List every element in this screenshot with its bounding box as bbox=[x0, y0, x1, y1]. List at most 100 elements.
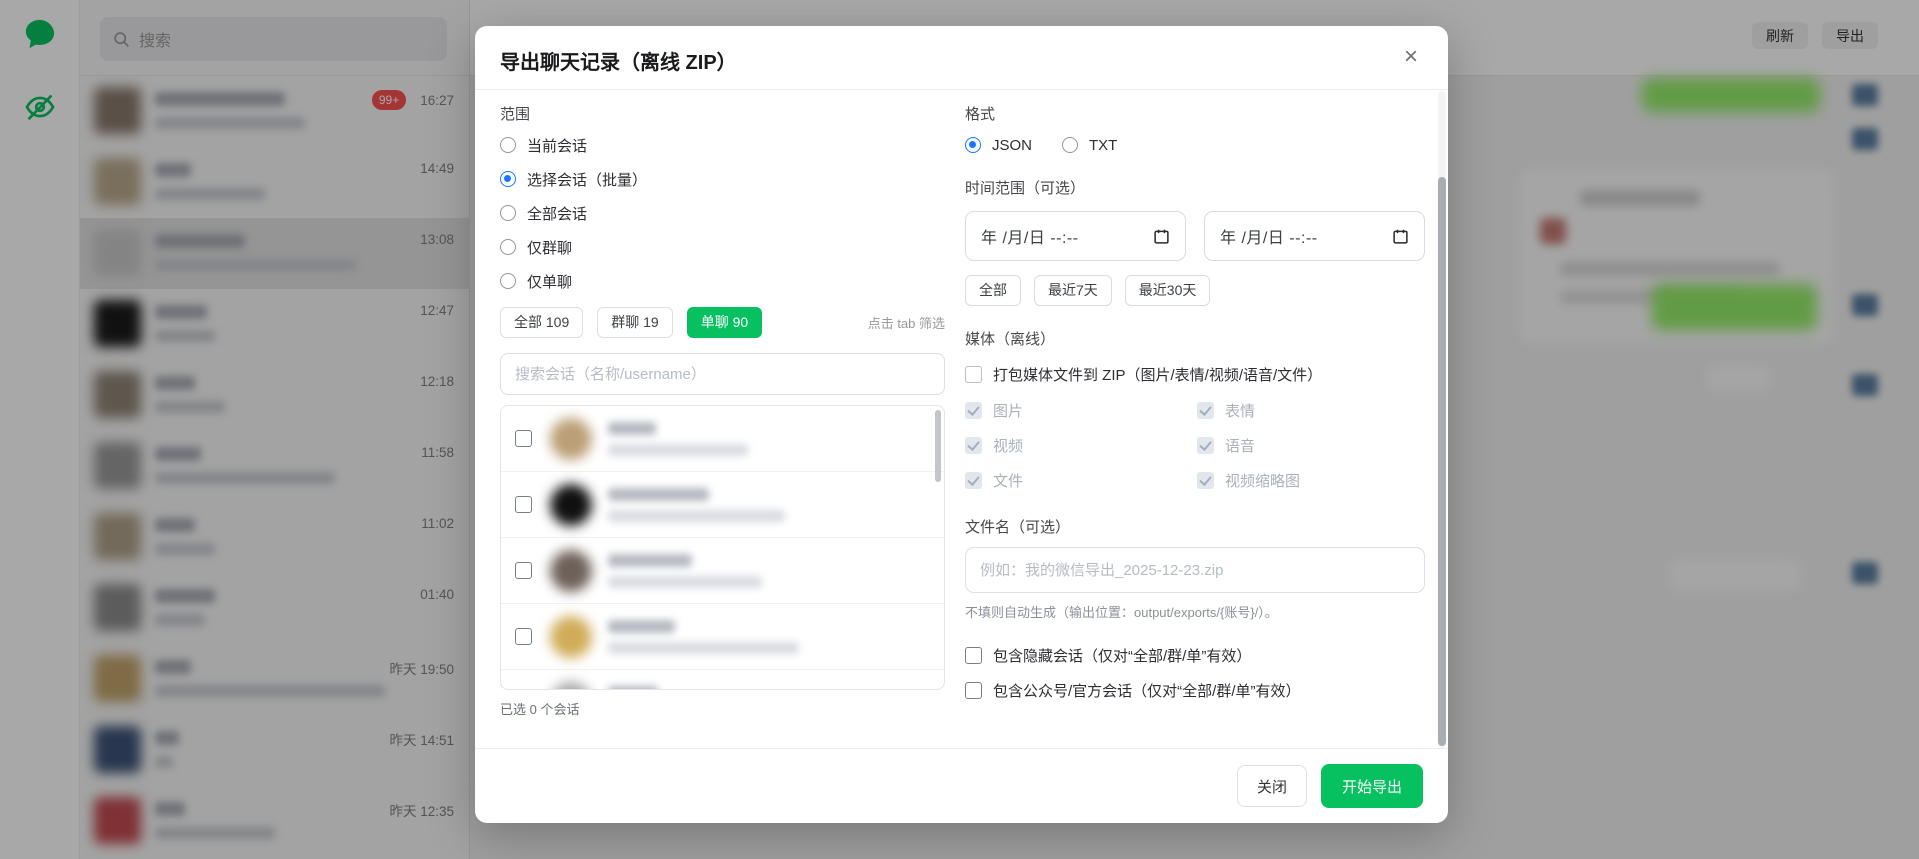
radio-icon[interactable] bbox=[500, 137, 516, 153]
extra-option-checkbox[interactable] bbox=[965, 682, 982, 699]
radio-label: 仅群聊 bbox=[527, 237, 572, 258]
format-options: JSON TXT bbox=[965, 135, 1425, 155]
scope-options: 当前会话选择会话（批量） 全部会话仅群聊仅单聊 bbox=[500, 135, 945, 291]
start-export-button[interactable]: 开始导出 bbox=[1321, 764, 1423, 808]
time-range-label: 时间范围（可选） bbox=[965, 177, 1425, 197]
quick-range-buttons: 全部最近7天最近30天 bbox=[965, 275, 1425, 306]
time-range-row: 年 /月/日 --:-- 年 /月/日 --:-- bbox=[965, 211, 1425, 261]
conversation-row[interactable] bbox=[501, 472, 944, 538]
conversation-rows bbox=[501, 406, 944, 690]
scope-radio-option[interactable]: 选择会话（批量） bbox=[500, 169, 945, 189]
scope-section-label: 范围 bbox=[500, 103, 945, 123]
scope-radio-option[interactable]: 仅群聊 bbox=[500, 237, 945, 257]
export-dialog: 导出聊天记录（离线 ZIP） × 范围 当前会话选择会话（批量） 全部会话仅群聊仅… bbox=[475, 26, 1448, 823]
radio-label: TXT bbox=[1089, 137, 1117, 154]
disabled-checked-checkbox bbox=[1197, 437, 1214, 454]
conversation-text-blurred bbox=[608, 686, 776, 691]
filter-chip[interactable]: 单聊 90 bbox=[687, 307, 762, 338]
media-type-grid: 图片 表情视频 语音文件 视频缩略图 bbox=[965, 400, 1425, 490]
filename-hint: 不填则自动生成（输出位置：output/exports/{账号}/）。 bbox=[965, 602, 1425, 621]
radio-label: 仅单聊 bbox=[527, 271, 572, 292]
conversation-name-redacted bbox=[608, 620, 675, 633]
filter-chip[interactable]: 群聊 19 bbox=[597, 307, 672, 338]
conversation-username-redacted bbox=[608, 444, 748, 456]
filename-input[interactable] bbox=[965, 547, 1425, 593]
radio-selected-icon[interactable] bbox=[965, 137, 981, 153]
conversation-username-redacted bbox=[608, 576, 762, 588]
pack-media-checkbox-row[interactable]: 打包媒体文件到 ZIP（图片/表情/视频/语音/文件） bbox=[965, 364, 1425, 384]
conversation-text-blurred bbox=[608, 620, 799, 654]
disabled-checked-checkbox bbox=[965, 437, 982, 454]
disabled-checked-checkbox bbox=[1197, 472, 1214, 489]
scope-radio-option[interactable]: 仅单聊 bbox=[500, 271, 945, 291]
conversation-checkbox[interactable] bbox=[515, 628, 532, 645]
media-type-option: 文件 bbox=[965, 470, 1197, 490]
conversation-avatar-blurred bbox=[550, 550, 592, 592]
close-icon[interactable]: × bbox=[1396, 42, 1426, 72]
conversation-row[interactable] bbox=[501, 406, 944, 472]
radio-icon[interactable] bbox=[500, 205, 516, 221]
media-type-option: 图片 bbox=[965, 400, 1197, 420]
conversation-avatar-blurred bbox=[550, 682, 592, 691]
quick-range-button[interactable]: 最近7天 bbox=[1034, 275, 1112, 306]
extra-option-checkbox[interactable] bbox=[965, 647, 982, 664]
dialog-scrollbar-thumb[interactable] bbox=[1438, 177, 1446, 746]
radio-label: 当前会话 bbox=[527, 135, 587, 156]
conversation-row[interactable] bbox=[501, 670, 944, 690]
radio-selected-icon[interactable] bbox=[500, 171, 516, 187]
extra-option-row[interactable]: 包含隐藏会话（仅对“全部/群/单”有效） bbox=[965, 645, 1425, 665]
conversation-checkbox[interactable] bbox=[515, 430, 532, 447]
conversation-avatar-blurred bbox=[550, 418, 592, 460]
quick-range-button[interactable]: 最近30天 bbox=[1125, 275, 1211, 306]
radio-icon[interactable] bbox=[1062, 137, 1078, 153]
close-button[interactable]: 关闭 bbox=[1237, 765, 1307, 807]
media-type-option: 视频 bbox=[965, 435, 1197, 455]
end-datetime-input[interactable]: 年 /月/日 --:-- bbox=[1204, 211, 1425, 261]
conversation-username-redacted bbox=[608, 642, 799, 654]
media-type-label: 图片 bbox=[993, 400, 1023, 421]
calendar-icon[interactable] bbox=[1153, 228, 1170, 245]
quick-range-button[interactable]: 全部 bbox=[965, 275, 1021, 306]
extra-option-row[interactable]: 包含公众号/官方会话（仅对“全部/群/单”有效） bbox=[965, 680, 1425, 700]
conversation-list-scrollbar[interactable] bbox=[935, 410, 941, 482]
conversation-text-blurred bbox=[608, 488, 785, 522]
conversation-checkbox[interactable] bbox=[515, 496, 532, 513]
scope-radio-option[interactable]: 全部会话 bbox=[500, 203, 945, 223]
pack-media-checkbox[interactable] bbox=[965, 366, 982, 383]
format-radio-option[interactable]: JSON bbox=[965, 135, 1032, 155]
scope-filter-chips: 全部 109 群聊 19 单聊 90 bbox=[500, 307, 762, 338]
conversation-row[interactable] bbox=[501, 604, 944, 670]
dialog-footer: 关闭 开始导出 bbox=[475, 748, 1448, 823]
format-section-label: 格式 bbox=[965, 103, 1425, 123]
disabled-checked-checkbox bbox=[1197, 402, 1214, 419]
disabled-checked-checkbox bbox=[965, 402, 982, 419]
media-type-label: 表情 bbox=[1225, 400, 1255, 421]
calendar-icon[interactable] bbox=[1392, 228, 1409, 245]
end-datetime-value: 年 /月/日 --:-- bbox=[1220, 224, 1318, 248]
radio-label: 全部会话 bbox=[527, 203, 587, 224]
radio-icon[interactable] bbox=[500, 273, 516, 289]
conversation-name-redacted bbox=[608, 554, 692, 567]
dialog-header: 导出聊天记录（离线 ZIP） × bbox=[475, 26, 1448, 90]
conversation-text-blurred bbox=[608, 422, 748, 456]
radio-icon[interactable] bbox=[500, 239, 516, 255]
conversation-checkbox[interactable] bbox=[515, 562, 532, 579]
start-datetime-input[interactable]: 年 /月/日 --:-- bbox=[965, 211, 1186, 261]
scope-radio-option[interactable]: 当前会话 bbox=[500, 135, 945, 155]
conversation-avatar-blurred bbox=[550, 616, 592, 658]
conversation-name-redacted bbox=[608, 488, 709, 501]
media-type-option: 视频缩略图 bbox=[1197, 470, 1425, 490]
app-root: 搜索 99+16:2714:4913:0812:4712:1811:5811:0… bbox=[0, 0, 1919, 859]
conversation-text-blurred bbox=[608, 554, 762, 588]
dialog-body: 范围 当前会话选择会话（批量） 全部会话仅群聊仅单聊 全部 109 群聊 19 单聊 … bbox=[475, 91, 1448, 748]
media-type-label: 语音 bbox=[1225, 435, 1255, 456]
conversation-search-input[interactable] bbox=[500, 353, 945, 395]
media-type-label: 视频 bbox=[993, 435, 1023, 456]
extra-options: 包含隐藏会话（仅对“全部/群/单”有效） 包含公众号/官方会话（仅对“全部/群/单… bbox=[965, 645, 1425, 700]
format-radio-option[interactable]: TXT bbox=[1062, 135, 1117, 155]
conversation-row[interactable] bbox=[501, 538, 944, 604]
media-type-label: 文件 bbox=[993, 470, 1023, 491]
filter-chip[interactable]: 全部 109 bbox=[500, 307, 583, 338]
extra-option-label: 包含隐藏会话（仅对“全部/群/单”有效） bbox=[993, 645, 1251, 666]
filename-label: 文件名（可选） bbox=[965, 516, 1425, 536]
